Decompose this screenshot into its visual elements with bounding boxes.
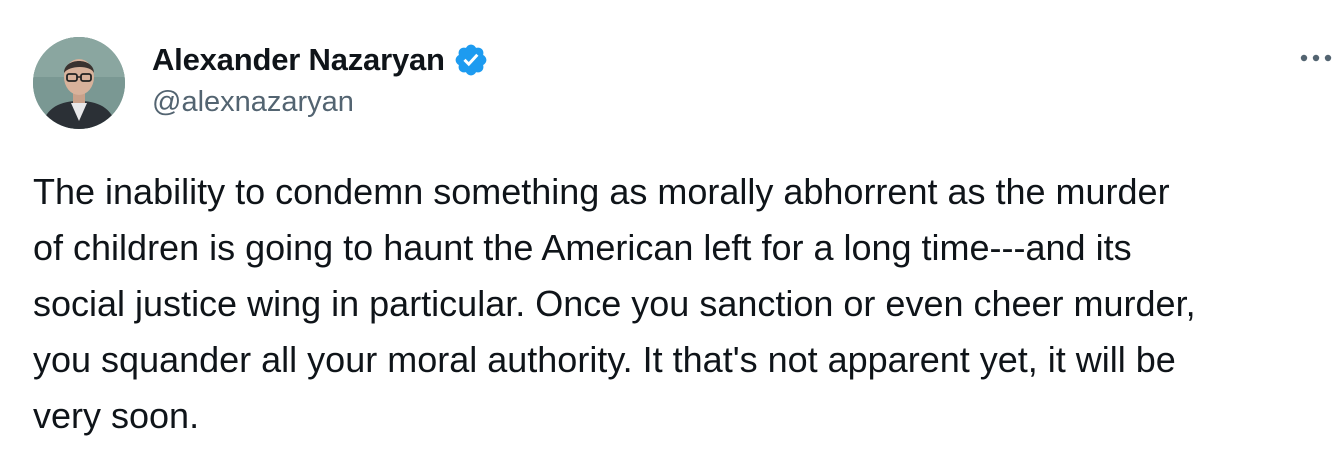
tweet-text-line: you squander all your moral authority. I… xyxy=(33,339,1176,380)
more-options-button[interactable] xyxy=(1296,44,1336,72)
name-row: Alexander Nazaryan xyxy=(152,38,489,82)
verified-badge-icon[interactable] xyxy=(453,42,489,78)
tweet-text-line: social justice wing in particular. Once … xyxy=(33,283,1196,324)
tweet-text-line: very soon. xyxy=(33,395,200,436)
author-display-name[interactable]: Alexander Nazaryan xyxy=(152,42,445,78)
tweet-card: Alexander Nazaryan @alexnazaryan The ina… xyxy=(0,0,1340,460)
author-block: Alexander Nazaryan @alexnazaryan xyxy=(152,38,489,119)
more-options-icon xyxy=(1300,54,1332,62)
author-handle[interactable]: @alexnazaryan xyxy=(152,86,489,119)
avatar[interactable] xyxy=(33,37,125,129)
avatar-photo xyxy=(33,37,125,129)
tweet-text-line: The inability to condemn something as mo… xyxy=(33,171,1170,212)
tweet-text-line: of children is going to haunt the Americ… xyxy=(33,227,1132,268)
tweet-text: The inability to condemn something as mo… xyxy=(33,164,1335,444)
